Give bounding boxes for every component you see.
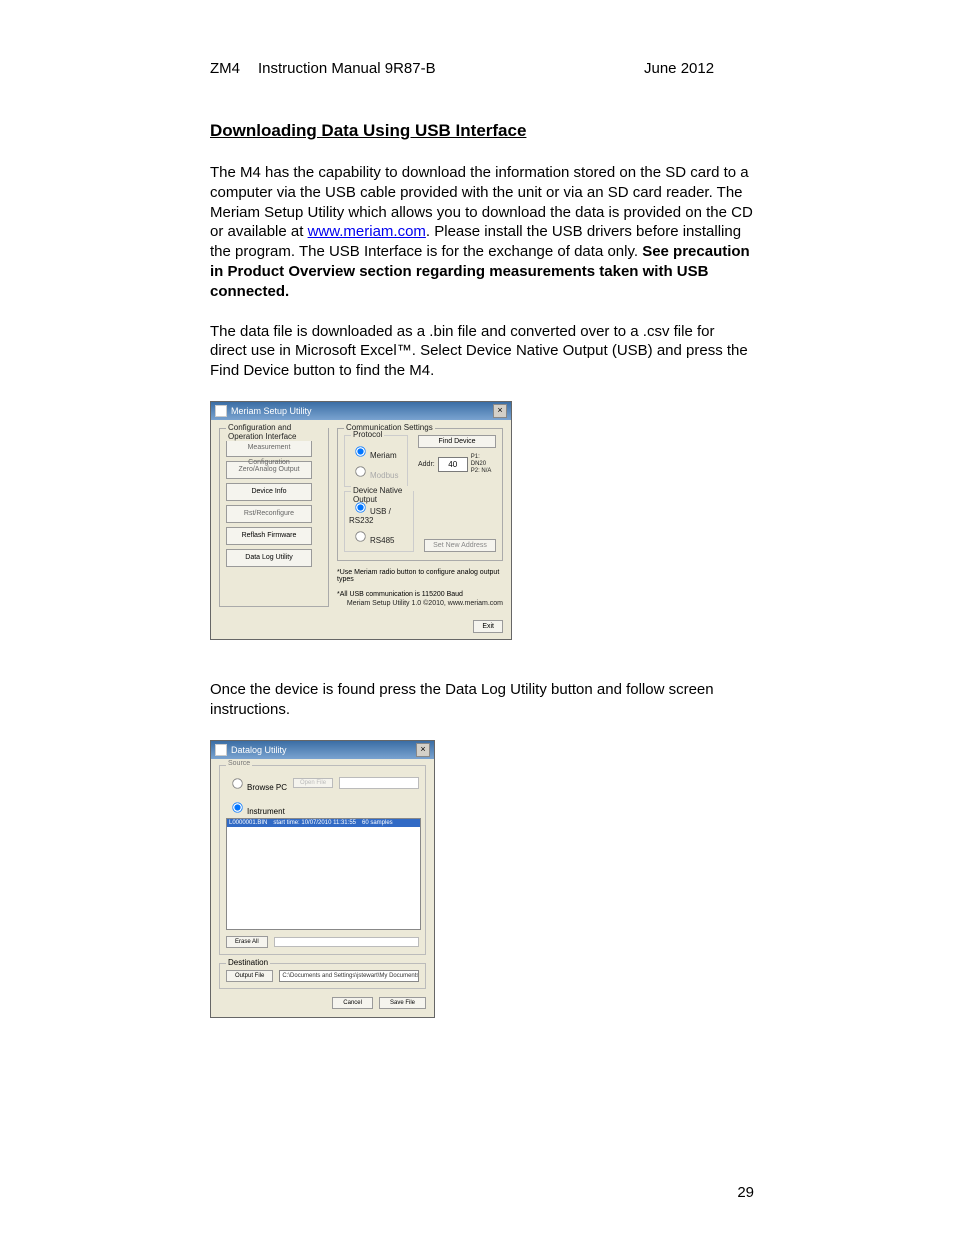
setup-utility-dialog: Meriam Setup Utility × Configuration and…: [210, 401, 512, 640]
exit-button[interactable]: Exit: [473, 620, 503, 633]
erase-all-button[interactable]: Erase All: [226, 936, 268, 948]
page-number: 29: [737, 1184, 754, 1201]
paragraph-3: Once the device is found press the Data …: [210, 680, 754, 720]
paragraph-1: The M4 has the capability to download th…: [210, 163, 754, 302]
native-output-label: Device Native Output: [351, 486, 413, 504]
device-info-button[interactable]: Device Info: [226, 483, 312, 501]
pc-path-field[interactable]: [339, 777, 419, 789]
section-title: Downloading Data Using USB Interface: [210, 121, 754, 141]
setup-title: Meriam Setup Utility: [231, 406, 312, 416]
header-manual: Instruction Manual 9R87-B: [258, 60, 644, 77]
note-baud: *All USB communication is 115200 Baud: [337, 591, 503, 598]
protocol-group: Protocol Meriam Modbus: [344, 435, 408, 487]
source-group: Source Browse PC Open File Instrument L0…: [219, 765, 426, 955]
row-file: L0000001.BIN: [229, 820, 267, 826]
header-date: June 2012: [644, 60, 754, 77]
addr-input[interactable]: [438, 457, 468, 472]
datalog-utility-dialog: Datalog Utility × Source Browse PC Open …: [210, 740, 435, 1018]
output-file-button[interactable]: Output File: [226, 970, 273, 982]
browse-pc-radio[interactable]: Browse PC: [226, 774, 287, 792]
paragraph-2: The data file is downloaded as a .bin fi…: [210, 322, 754, 381]
row-time: start time: 10/07/2010 11:31:55: [273, 820, 356, 826]
destination-group: Destination Output File C:\Documents and…: [219, 963, 426, 989]
find-device-button[interactable]: Find Device: [418, 435, 496, 448]
config-group-label: Configuration and Operation Interface: [226, 423, 328, 441]
p1-status: P1: DN20: [471, 454, 496, 468]
data-log-utility-button[interactable]: Data Log Utility: [226, 549, 312, 567]
setup-title-bar: Meriam Setup Utility ×: [211, 402, 511, 420]
open-file-button[interactable]: Open File: [293, 778, 333, 788]
note-meriam: *Use Meriam radio button to configure an…: [337, 569, 503, 583]
datalog-title: Datalog Utility: [231, 745, 287, 755]
page-header: ZM4 Instruction Manual 9R87-B June 2012: [210, 60, 754, 77]
cancel-button[interactable]: Cancel: [332, 997, 373, 1009]
instrument-radio[interactable]: Instrument: [226, 798, 419, 816]
reflash-firmware-button[interactable]: Reflash Firmware: [226, 527, 312, 545]
config-interface-group: Configuration and Operation Interface Me…: [219, 428, 329, 607]
protocol-label: Protocol: [351, 430, 384, 439]
native-rs485-radio[interactable]: RS485: [349, 527, 409, 545]
meriam-link[interactable]: www.meriam.com: [308, 223, 426, 240]
set-new-address-button[interactable]: Set New Address: [424, 539, 496, 552]
addr-label: Addr:: [418, 461, 435, 468]
datalog-title-bar: Datalog Utility ×: [211, 741, 434, 759]
native-output-group: Device Native Output USB / RS232 RS485: [344, 491, 414, 552]
protocol-meriam-radio[interactable]: Meriam: [349, 442, 403, 460]
destination-path[interactable]: C:\Documents and Settings\jstewart\My Do…: [279, 970, 419, 982]
close-icon[interactable]: ×: [493, 404, 507, 418]
copyright-text: Meriam Setup Utility 1.0 ©2010, www.meri…: [337, 600, 503, 607]
comm-settings-group: Communication Settings Protocol Meriam M…: [337, 428, 503, 561]
app-icon: [215, 405, 227, 417]
close-icon[interactable]: ×: [416, 743, 430, 757]
header-zm4: ZM4: [210, 60, 258, 77]
source-label: Source: [226, 760, 252, 767]
measurement-config-button[interactable]: Measurement Configuration: [226, 439, 312, 457]
file-list[interactable]: L0000001.BIN start time: 10/07/2010 11:3…: [226, 818, 421, 930]
rst-reconfigure-button[interactable]: Rst/Reconfigure: [226, 505, 312, 523]
progress-bar: [274, 937, 419, 947]
save-file-button[interactable]: Save File: [379, 997, 426, 1009]
p2-status: P2: N/A: [471, 468, 496, 475]
file-list-selected-row[interactable]: L0000001.BIN start time: 10/07/2010 11:3…: [227, 819, 420, 827]
zero-output-button[interactable]: Zero/Analog Output: [226, 461, 312, 479]
destination-label: Destination: [226, 958, 270, 967]
app-icon: [215, 744, 227, 756]
protocol-modbus-radio[interactable]: Modbus: [349, 462, 403, 480]
row-samples: 60 samples: [362, 820, 393, 826]
